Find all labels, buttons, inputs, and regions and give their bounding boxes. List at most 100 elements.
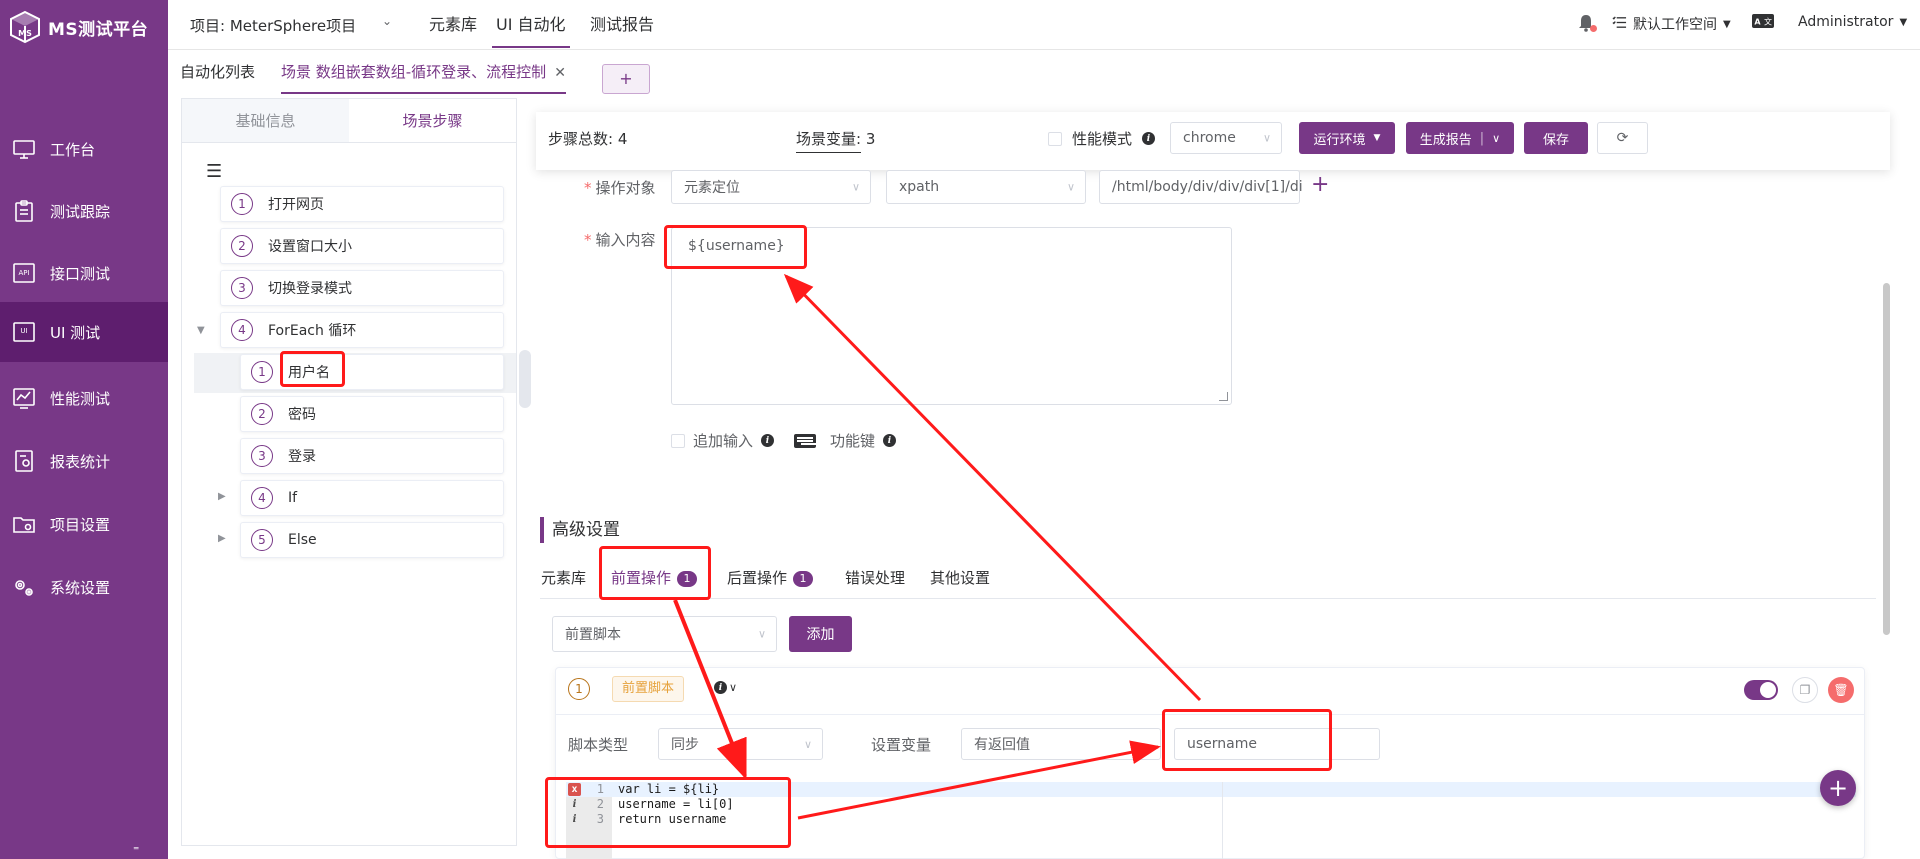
- delete-icon[interactable]: 🗑: [1828, 677, 1854, 703]
- chevron-down-icon[interactable]: ⌄: [382, 14, 392, 28]
- performance-mode-checkbox[interactable]: [1048, 131, 1062, 146]
- adv-tab-error-handling[interactable]: 错误处理: [845, 567, 905, 597]
- nav-label: 项目设置: [50, 515, 111, 534]
- nav-label: 测试跟踪: [50, 202, 111, 221]
- gutter-cell: i2: [566, 797, 612, 812]
- child-step-row[interactable]: 1 用户名: [240, 354, 504, 390]
- script-number: 1: [568, 678, 590, 700]
- sidebar-collapse-glyph[interactable]: ⁼: [133, 843, 139, 857]
- adv-tab-element-library[interactable]: 元素库: [541, 567, 586, 597]
- add-locator-icon[interactable]: +: [1311, 172, 1329, 197]
- caret-down-icon[interactable]: ▼: [197, 325, 205, 336]
- bell-icon[interactable]: [1578, 14, 1597, 32]
- adv-tab-pre-operation[interactable]: 前置操作 1: [611, 567, 698, 597]
- nav-item-ui-test[interactable]: UI UI 测试: [0, 302, 168, 362]
- child-step-row[interactable]: 2 密码: [240, 396, 504, 432]
- locator-value-input[interactable]: /html/body/div/div/div[1]/di: [1099, 170, 1303, 204]
- adv-tab-post-operation[interactable]: 后置操作 1: [727, 567, 814, 597]
- left-panel-tabs: 基础信息 场景步骤: [182, 99, 516, 143]
- step-row[interactable]: 4 ForEach 循环: [220, 312, 504, 348]
- tab-basic-info[interactable]: 基础信息: [182, 99, 349, 142]
- panel-collapse-handle[interactable]: [519, 350, 531, 408]
- nav-label: 接口测试: [50, 264, 111, 283]
- return-mode-input[interactable]: 有返回值: [961, 728, 1161, 760]
- notification-area[interactable]: [1578, 14, 1597, 32]
- scene-step-panel: 基础信息 场景步骤 ☰ 1 打开网页 2 设置窗口大小 3 切换登录模式 ▼ 4…: [181, 98, 517, 846]
- add-operation-button[interactable]: 添加: [789, 616, 852, 652]
- variable-name-input[interactable]: username: [1174, 728, 1380, 760]
- copy-icon[interactable]: ❐: [1792, 677, 1818, 703]
- tab-automation-list[interactable]: 自动化列表: [180, 50, 255, 94]
- caret-down-icon: ▼: [1723, 18, 1731, 30]
- pre-operation-value: 前置脚本: [565, 627, 621, 643]
- run-environment-button[interactable]: 运行环境 ▼: [1299, 122, 1395, 154]
- function-key-option[interactable]: 功能键 i: [794, 430, 897, 451]
- menu-element-library[interactable]: 元素库: [425, 0, 481, 48]
- scene-variable[interactable]: 场景变量: 3: [796, 128, 875, 153]
- adv-tab-other-settings[interactable]: 其他设置: [930, 567, 990, 597]
- locator-type-select[interactable]: 元素定位 ∨: [671, 170, 871, 204]
- browser-select[interactable]: chrome ∨: [1170, 122, 1282, 154]
- script-info[interactable]: i ∨: [714, 681, 737, 694]
- refresh-icon: ⟳: [1616, 130, 1629, 146]
- caret-right-icon[interactable]: ▶: [218, 533, 226, 544]
- child-step-row[interactable]: 3 登录: [240, 438, 504, 474]
- code-line[interactable]: x1 var li = ${li}: [566, 782, 1856, 797]
- nav-item-performance-test[interactable]: 性能测试: [0, 368, 168, 428]
- browser-value: chrome: [1183, 130, 1236, 146]
- resize-handle-icon[interactable]: [1219, 392, 1228, 401]
- step-label: 打开网页: [268, 197, 324, 213]
- step-row[interactable]: 1 打开网页: [220, 186, 504, 222]
- line-number: 3: [596, 812, 604, 826]
- input-content-value: ${username}: [688, 238, 785, 254]
- child-step-row[interactable]: 5 Else: [240, 522, 504, 558]
- chevron-down-icon: ∨: [803, 737, 812, 751]
- chevron-down-icon: ∨: [729, 681, 738, 694]
- caret-down-icon: ▼: [1373, 133, 1381, 143]
- nav-item-system-settings[interactable]: 系统设置: [0, 557, 168, 617]
- step-total-value: 4: [617, 130, 628, 148]
- caret-right-icon[interactable]: ▶: [218, 491, 226, 502]
- add-step-fab[interactable]: +: [1820, 770, 1856, 806]
- language-switch[interactable]: A文: [1752, 14, 1774, 32]
- code-editor[interactable]: x1 var li = ${li} i2 username = li[0] i3…: [566, 782, 1856, 859]
- nav-item-test-track[interactable]: 测试跟踪: [0, 181, 168, 241]
- workspace-selector[interactable]: 默认工作空间 ▼: [1612, 14, 1731, 34]
- input-content-textarea[interactable]: ${username}: [671, 227, 1232, 405]
- step-number: 2: [251, 403, 273, 425]
- locator-method-select[interactable]: xpath ∨: [886, 170, 1086, 204]
- code-line[interactable]: i3 return username: [566, 812, 1856, 827]
- child-step-row[interactable]: 4 If: [240, 480, 504, 516]
- generate-report-label: 生成报告: [1419, 132, 1472, 148]
- menu-icon[interactable]: ☰: [206, 161, 222, 182]
- nav-item-workbench[interactable]: 工作台: [0, 119, 168, 179]
- close-icon[interactable]: ✕: [554, 65, 566, 81]
- performance-mode[interactable]: 性能模式 i: [1048, 128, 1156, 149]
- tab-scene-steps[interactable]: 场景步骤: [349, 99, 516, 142]
- chevron-down-icon[interactable]: ∨: [1492, 132, 1500, 145]
- generate-report-button[interactable]: 生成报告 | ∨: [1406, 122, 1514, 154]
- tab-scene[interactable]: 场景 数组嵌套数组-循环登录、流程控制 ✕: [281, 50, 566, 94]
- step-row[interactable]: 3 切换登录模式: [220, 270, 504, 306]
- project-selector[interactable]: 项目: MeterSphere项目: [190, 15, 356, 36]
- scrollbar-thumb[interactable]: [1883, 283, 1890, 635]
- nav-item-project-settings[interactable]: 项目设置: [0, 494, 168, 554]
- script-enable-toggle[interactable]: [1744, 680, 1778, 700]
- save-button[interactable]: 保存: [1524, 122, 1588, 154]
- svg-text:A: A: [1754, 18, 1761, 27]
- step-label: Else: [288, 532, 317, 548]
- append-input-checkbox[interactable]: [671, 433, 685, 448]
- logo[interactable]: MS MS测试平台: [8, 10, 148, 44]
- script-type-select[interactable]: 同步 ∨: [658, 728, 823, 760]
- nav-item-api-test[interactable]: API 接口测试: [0, 243, 168, 303]
- step-row[interactable]: 2 设置窗口大小: [220, 228, 504, 264]
- refresh-button[interactable]: ⟳: [1597, 122, 1648, 154]
- add-tab-button[interactable]: +: [602, 64, 650, 94]
- user-menu[interactable]: Administrator ▼: [1798, 14, 1907, 30]
- menu-test-report[interactable]: 测试报告: [586, 0, 658, 48]
- pre-operation-select[interactable]: 前置脚本 ∨: [552, 616, 777, 652]
- menu-ui-automation[interactable]: UI 自动化: [492, 0, 570, 48]
- code-line[interactable]: i2 username = li[0]: [566, 797, 1856, 812]
- append-input-option[interactable]: 追加输入 i: [671, 430, 775, 451]
- nav-item-report[interactable]: 报表统计: [0, 431, 168, 491]
